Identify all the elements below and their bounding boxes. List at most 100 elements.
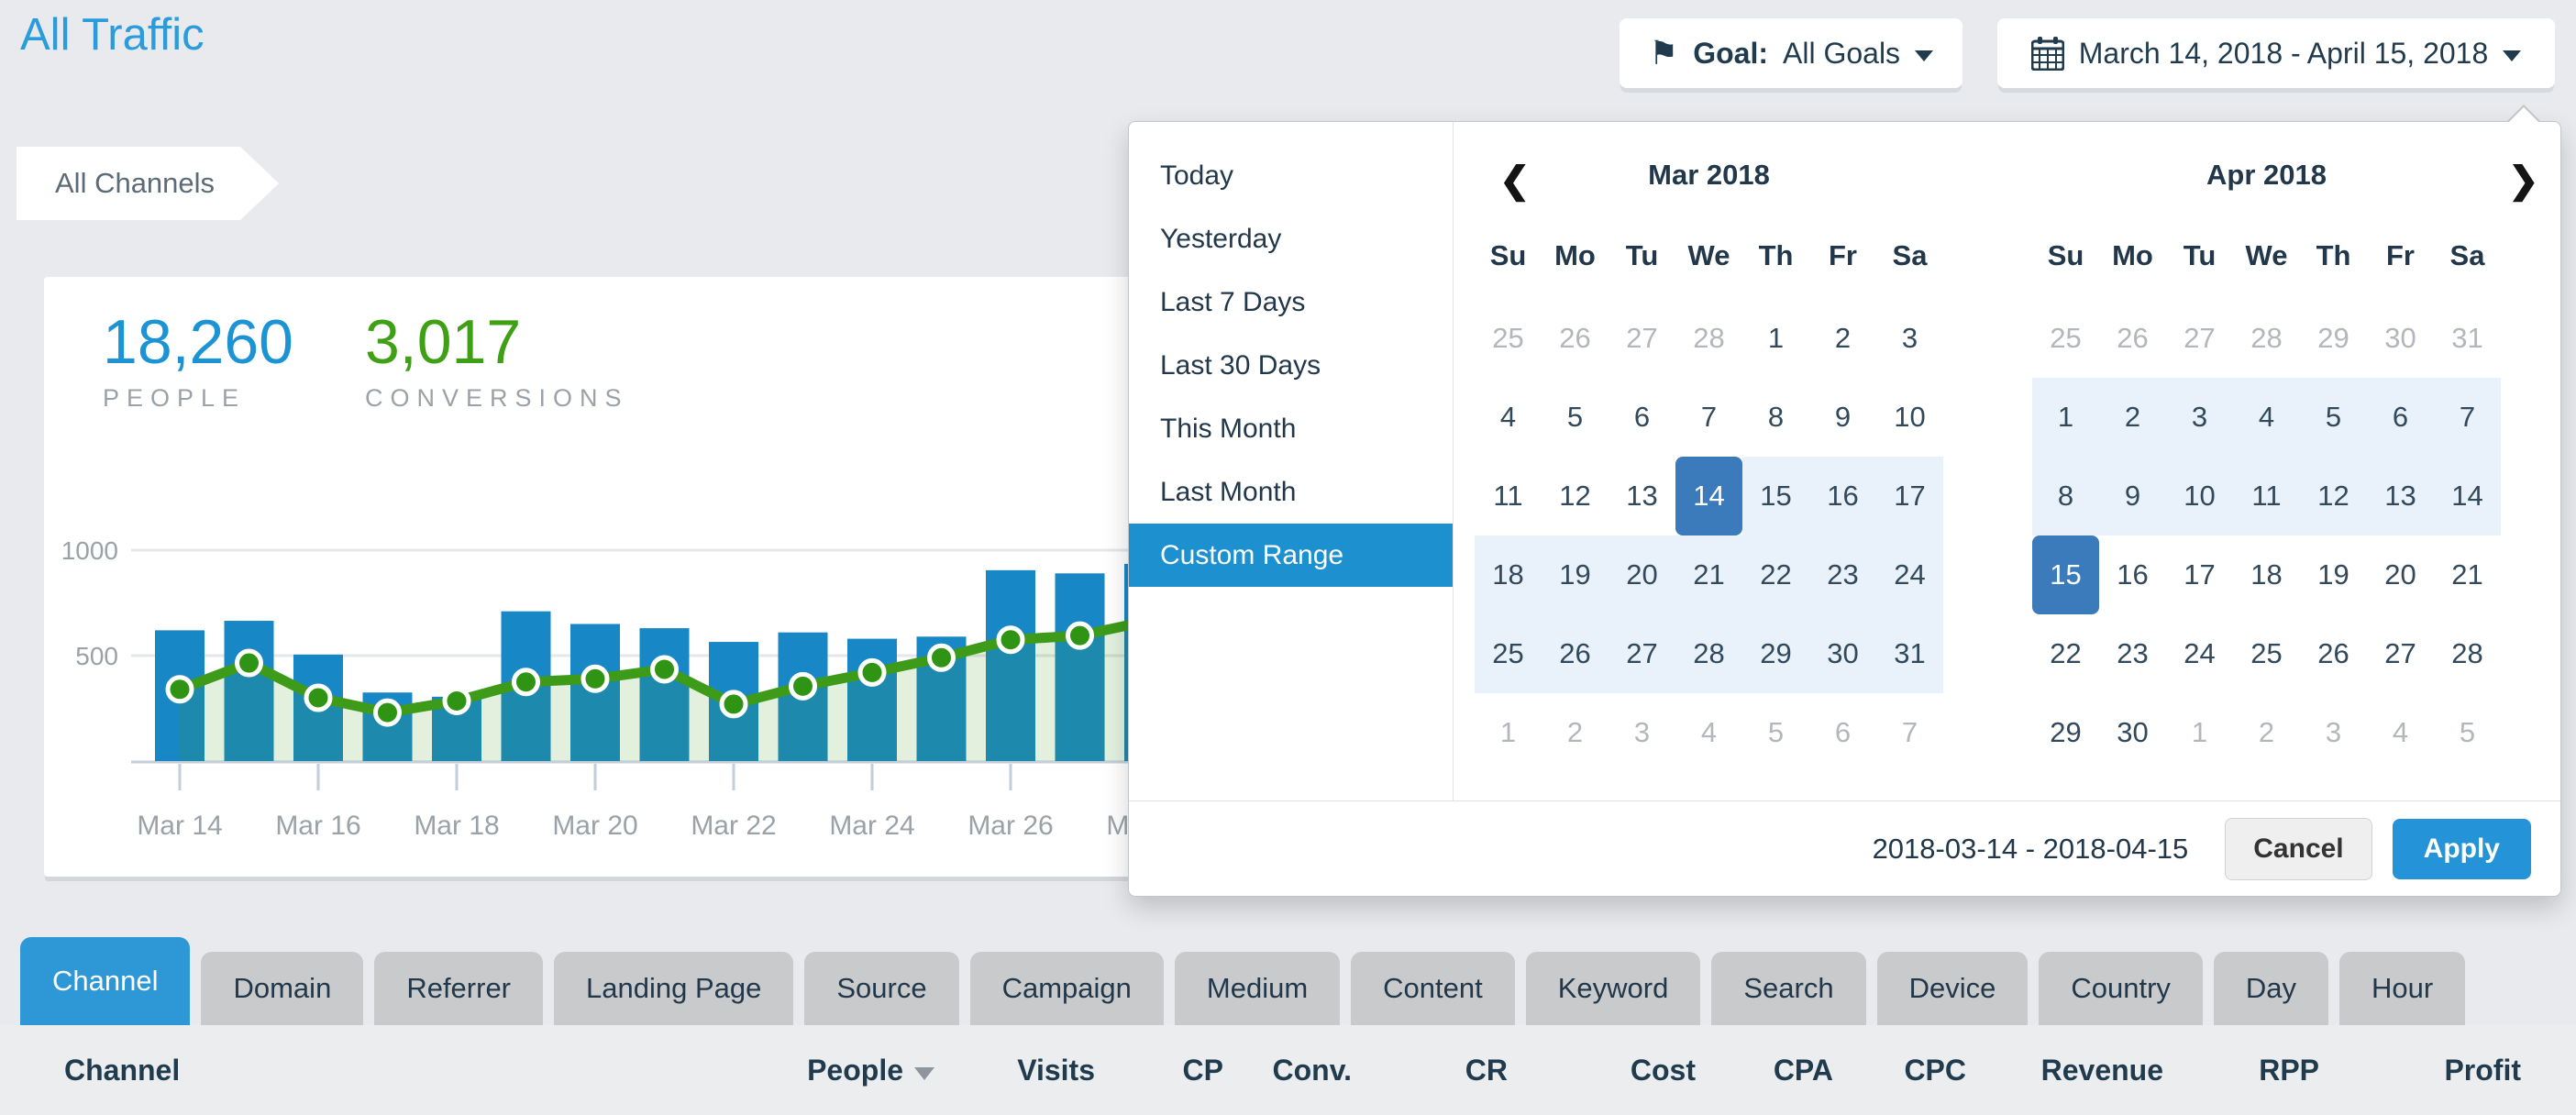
day-cell-23[interactable]: 23: [2099, 614, 2166, 693]
column-header-cost[interactable]: Cost: [1508, 1054, 1696, 1087]
day-cell-3[interactable]: 3: [1609, 693, 1675, 772]
day-cell-27[interactable]: 27: [1609, 299, 1675, 378]
day-cell-24[interactable]: 24: [1876, 535, 1943, 614]
day-cell-6[interactable]: 6: [1609, 378, 1675, 457]
column-header-profit[interactable]: Profit: [2319, 1054, 2521, 1087]
day-cell-26[interactable]: 26: [2099, 299, 2166, 378]
day-cell-18[interactable]: 18: [2233, 535, 2300, 614]
range-option-last-30-days[interactable]: Last 30 Days: [1129, 334, 1453, 397]
day-cell-14[interactable]: 14: [2434, 457, 2501, 535]
day-cell-18[interactable]: 18: [1475, 535, 1542, 614]
tab-medium[interactable]: Medium: [1175, 952, 1340, 1025]
day-cell-1[interactable]: 1: [2166, 693, 2233, 772]
tab-content[interactable]: Content: [1351, 952, 1515, 1025]
day-cell-29[interactable]: 29: [2300, 299, 2367, 378]
range-option-today[interactable]: Today: [1129, 144, 1453, 207]
day-cell-30[interactable]: 30: [1809, 614, 1876, 693]
column-header-channel[interactable]: Channel: [64, 1054, 751, 1087]
day-cell-20[interactable]: 20: [2367, 535, 2434, 614]
day-cell-28[interactable]: 28: [1675, 614, 1742, 693]
day-cell-25[interactable]: 25: [2032, 299, 2099, 378]
day-cell-25[interactable]: 25: [2233, 614, 2300, 693]
tab-campaign[interactable]: Campaign: [970, 952, 1164, 1025]
day-cell-21[interactable]: 21: [2434, 535, 2501, 614]
day-cell-12[interactable]: 12: [2300, 457, 2367, 535]
tab-hour[interactable]: Hour: [2339, 952, 2465, 1025]
range-option-custom-range[interactable]: Custom Range: [1129, 524, 1453, 587]
daterange-button[interactable]: March 14, 2018 - April 15, 2018: [1997, 18, 2555, 88]
day-cell-27[interactable]: 27: [2367, 614, 2434, 693]
day-cell-7[interactable]: 7: [1675, 378, 1742, 457]
day-cell-28[interactable]: 28: [2233, 299, 2300, 378]
day-cell-19[interactable]: 19: [1542, 535, 1609, 614]
day-cell-9[interactable]: 9: [2099, 457, 2166, 535]
column-header-cr[interactable]: CR: [1352, 1054, 1508, 1087]
day-cell-21[interactable]: 21: [1675, 535, 1742, 614]
tab-search[interactable]: Search: [1711, 952, 1865, 1025]
day-cell-1[interactable]: 1: [2032, 378, 2099, 457]
tab-referrer[interactable]: Referrer: [374, 952, 543, 1025]
tab-country[interactable]: Country: [2039, 952, 2203, 1025]
day-cell-30[interactable]: 30: [2099, 693, 2166, 772]
column-header-cp[interactable]: CP: [1095, 1054, 1223, 1087]
range-option-last-month[interactable]: Last Month: [1129, 460, 1453, 524]
day-cell-8[interactable]: 8: [2032, 457, 2099, 535]
day-cell-2[interactable]: 2: [2099, 378, 2166, 457]
day-cell-17[interactable]: 17: [1876, 457, 1943, 535]
apply-button[interactable]: Apply: [2393, 819, 2531, 879]
day-cell-11[interactable]: 11: [1475, 457, 1542, 535]
column-header-rpp[interactable]: RPP: [2163, 1054, 2319, 1087]
column-header-revenue[interactable]: Revenue: [1966, 1054, 2163, 1087]
day-cell-26[interactable]: 26: [1542, 614, 1609, 693]
tab-landing-page[interactable]: Landing Page: [554, 952, 793, 1025]
day-cell-25[interactable]: 25: [1475, 299, 1542, 378]
day-cell-16[interactable]: 16: [1809, 457, 1876, 535]
tab-source[interactable]: Source: [804, 952, 958, 1025]
day-cell-12[interactable]: 12: [1542, 457, 1609, 535]
day-cell-26[interactable]: 26: [1542, 299, 1609, 378]
day-cell-31[interactable]: 31: [1876, 614, 1943, 693]
day-cell-3[interactable]: 3: [1876, 299, 1943, 378]
day-cell-9[interactable]: 9: [1809, 378, 1876, 457]
day-cell-14[interactable]: 14: [1675, 457, 1742, 535]
tab-domain[interactable]: Domain: [201, 952, 363, 1025]
range-option-yesterday[interactable]: Yesterday: [1129, 207, 1453, 270]
day-cell-28[interactable]: 28: [2434, 614, 2501, 693]
day-cell-17[interactable]: 17: [2166, 535, 2233, 614]
day-cell-19[interactable]: 19: [2300, 535, 2367, 614]
day-cell-23[interactable]: 23: [1809, 535, 1876, 614]
next-month-icon[interactable]: ❯: [2508, 162, 2539, 199]
range-option-this-month[interactable]: This Month: [1129, 397, 1453, 460]
day-cell-27[interactable]: 27: [2166, 299, 2233, 378]
day-cell-5[interactable]: 5: [2434, 693, 2501, 772]
day-cell-24[interactable]: 24: [2166, 614, 2233, 693]
day-cell-11[interactable]: 11: [2233, 457, 2300, 535]
day-cell-2[interactable]: 2: [1809, 299, 1876, 378]
day-cell-7[interactable]: 7: [2434, 378, 2501, 457]
day-cell-13[interactable]: 13: [1609, 457, 1675, 535]
day-cell-13[interactable]: 13: [2367, 457, 2434, 535]
day-cell-29[interactable]: 29: [2032, 693, 2099, 772]
day-cell-29[interactable]: 29: [1742, 614, 1809, 693]
day-cell-4[interactable]: 4: [1475, 378, 1542, 457]
range-option-last-7-days[interactable]: Last 7 Days: [1129, 270, 1453, 334]
cancel-button[interactable]: Cancel: [2225, 818, 2371, 880]
day-cell-20[interactable]: 20: [1609, 535, 1675, 614]
day-cell-3[interactable]: 3: [2300, 693, 2367, 772]
day-cell-1[interactable]: 1: [1742, 299, 1809, 378]
day-cell-31[interactable]: 31: [2434, 299, 2501, 378]
day-cell-15[interactable]: 15: [2032, 535, 2099, 614]
day-cell-4[interactable]: 4: [2233, 378, 2300, 457]
day-cell-27[interactable]: 27: [1609, 614, 1675, 693]
day-cell-28[interactable]: 28: [1675, 299, 1742, 378]
column-header-people[interactable]: People: [751, 1054, 934, 1087]
day-cell-30[interactable]: 30: [2367, 299, 2434, 378]
day-cell-5[interactable]: 5: [2300, 378, 2367, 457]
day-cell-4[interactable]: 4: [2367, 693, 2434, 772]
day-cell-5[interactable]: 5: [1542, 378, 1609, 457]
column-header-conv-[interactable]: Conv.: [1223, 1054, 1352, 1087]
day-cell-7[interactable]: 7: [1876, 693, 1943, 772]
day-cell-22[interactable]: 22: [1742, 535, 1809, 614]
day-cell-15[interactable]: 15: [1742, 457, 1809, 535]
day-cell-6[interactable]: 6: [2367, 378, 2434, 457]
